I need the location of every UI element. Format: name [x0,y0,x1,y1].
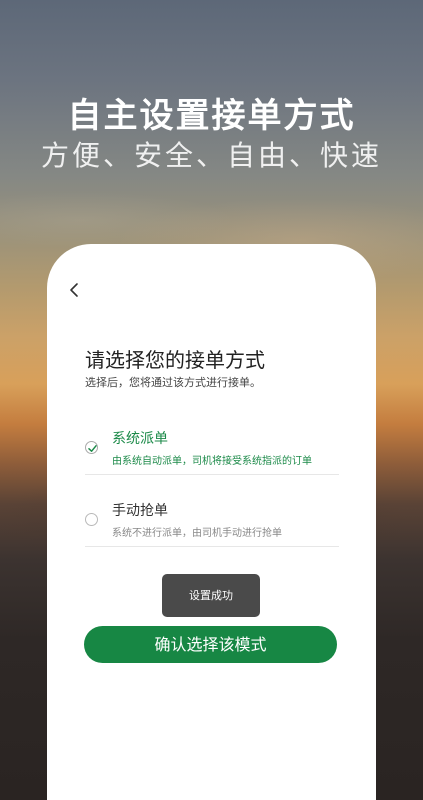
radio-selected[interactable] [85,441,98,454]
page-title: 请选择您的接单方式 [85,348,265,372]
page-description: 选择后，您将通过该方式进行接单。 [85,376,261,389]
chevron-left-icon[interactable] [67,282,83,298]
option-description: 由系统自动派单，司机将接受系统指派的订单 [112,456,312,467]
option-label: 手动抢单 [112,503,168,519]
confirm-button[interactable]: 确认选择该模式 [84,626,337,663]
mode-selection-card: 请选择您的接单方式 选择后，您将通过该方式进行接单。 系统派单 由系统自动派单，… [47,244,376,800]
option-manual-grab[interactable]: 手动抢单 系统不进行派单，由司机手动进行抢单 [85,498,339,547]
option-description: 系统不进行派单，由司机手动进行抢单 [112,528,282,539]
success-toast: 设置成功 [162,574,260,617]
subheadline: 方便、安全、自由、快速 [40,139,382,172]
radio-unselected[interactable] [85,513,98,526]
option-label: 系统派单 [112,431,168,447]
checkmark-icon [88,445,97,452]
headline: 自主设置接单方式 [67,96,356,136]
option-system-dispatch[interactable]: 系统派单 由系统自动派单，司机将接受系统指派的订单 [85,426,339,475]
